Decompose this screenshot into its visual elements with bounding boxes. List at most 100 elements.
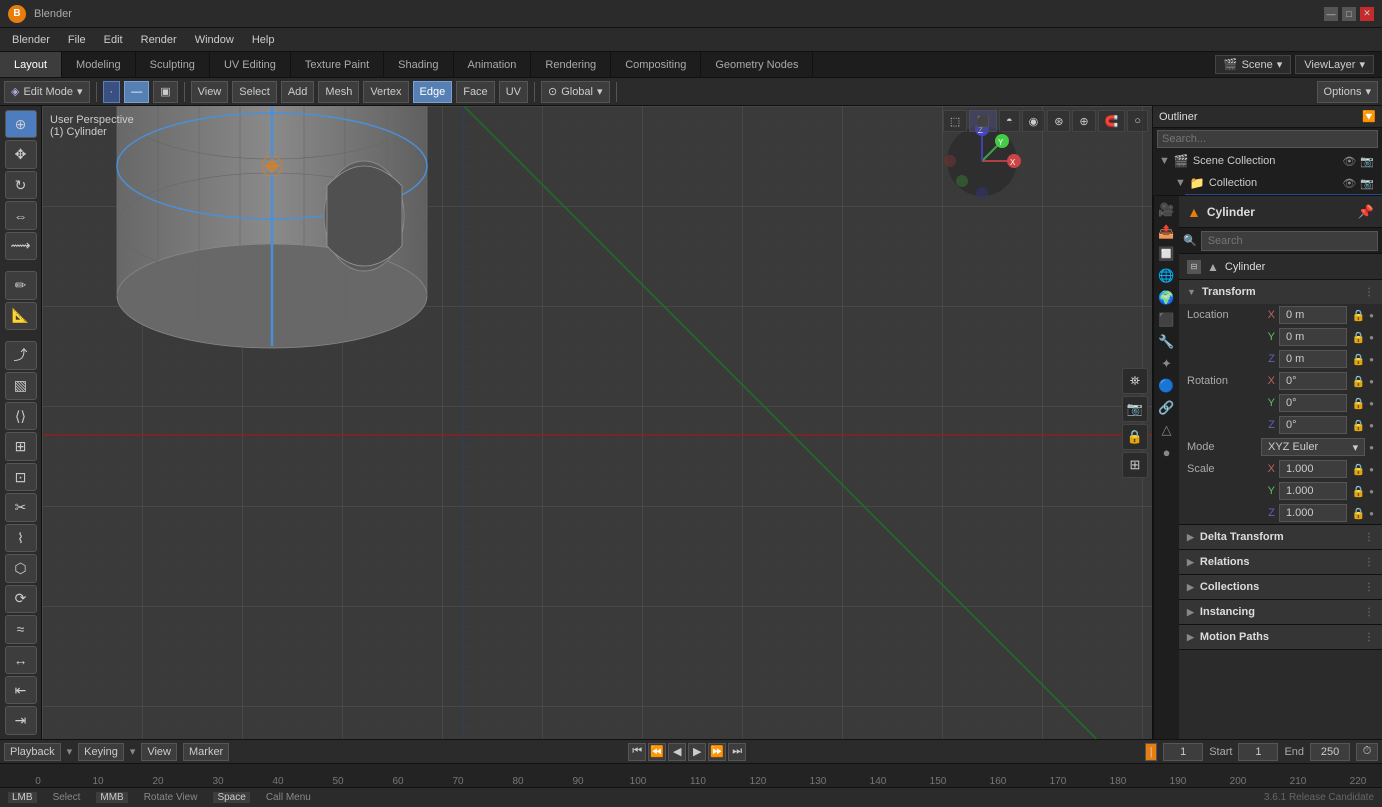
rotation-mode-dropdown[interactable]: XYZ Euler ▾: [1261, 438, 1365, 456]
sync-icon-btn[interactable]: ⏱: [1356, 743, 1378, 761]
outliner-collection[interactable]: ▼ 📁 Collection 👁 📷: [1169, 172, 1382, 194]
current-frame-input[interactable]: [1163, 743, 1203, 761]
outliner-scene-collection[interactable]: ▼ 🎬 Scene Collection 👁 📷: [1153, 150, 1382, 172]
tab-animation[interactable]: Animation: [454, 52, 532, 77]
menu-file[interactable]: File: [60, 32, 94, 48]
rotation-y-lock-icon[interactable]: 🔒: [1351, 397, 1365, 410]
menu-edit[interactable]: Edit: [96, 32, 131, 48]
view-layer-props-icon[interactable]: 🔲: [1157, 244, 1177, 264]
navigate-icon-btn[interactable]: ⛯: [1122, 368, 1148, 394]
delta-options-icon[interactable]: ⋮: [1364, 532, 1374, 543]
rotation-y-value[interactable]: 0°: [1279, 394, 1347, 412]
tab-uv-editing[interactable]: UV Editing: [210, 52, 291, 77]
relations-options-icon[interactable]: ⋮: [1364, 557, 1374, 568]
scale-x-value[interactable]: 1.000: [1279, 460, 1347, 478]
menu-blender[interactable]: Blender: [4, 32, 58, 48]
scale-y-dot[interactable]: ●: [1369, 487, 1374, 496]
location-z-value[interactable]: 0 m: [1279, 350, 1347, 368]
location-y-lock-icon[interactable]: 🔒: [1351, 331, 1365, 344]
rotation-x-lock-icon[interactable]: 🔒: [1351, 375, 1365, 388]
rotation-z-dot[interactable]: ●: [1369, 421, 1374, 430]
scale-y-value[interactable]: 1.000: [1279, 482, 1347, 500]
instancing-options-icon[interactable]: ⋮: [1364, 607, 1374, 618]
offset-edge-loop-tool[interactable]: ⊡: [5, 463, 37, 491]
viewport-overlay-toggle[interactable]: ⊛: [1047, 110, 1070, 132]
uv-menu[interactable]: UV: [499, 81, 528, 103]
face-menu[interactable]: Face: [456, 81, 494, 103]
collections-header[interactable]: ▶ Collections ⋮: [1179, 575, 1382, 599]
scale-z-lock-icon[interactable]: 🔒: [1351, 507, 1365, 520]
collection-render-icon[interactable]: 📷: [1360, 177, 1374, 190]
measure-tool[interactable]: 📐: [5, 302, 37, 330]
push-pull-tool[interactable]: ⇥: [5, 706, 37, 734]
collections-options-icon[interactable]: ⋮: [1364, 582, 1374, 593]
viewport-gizmo-toggle[interactable]: ⊕: [1072, 110, 1095, 132]
location-y-dot[interactable]: ●: [1369, 333, 1374, 342]
tab-shading[interactable]: Shading: [384, 52, 453, 77]
snap-toggle[interactable]: 🧲: [1098, 110, 1126, 132]
tab-layout[interactable]: Layout: [0, 52, 62, 77]
tab-compositing[interactable]: Compositing: [611, 52, 701, 77]
timeline-view-menu[interactable]: View: [141, 743, 177, 761]
loop-cut-tool[interactable]: ⊞: [5, 432, 37, 460]
close-button[interactable]: ✕: [1360, 7, 1374, 21]
menu-window[interactable]: Window: [187, 32, 242, 48]
timeline-scrubber[interactable]: 0 10 20 30 40 50 60 70 80 90 100 110 120…: [0, 763, 1382, 787]
edge-select-btn[interactable]: —: [124, 81, 149, 103]
viewport-shading-wireframe[interactable]: ⬚: [943, 110, 967, 132]
tab-texture-paint[interactable]: Texture Paint: [291, 52, 384, 77]
scale-y-lock-icon[interactable]: 🔒: [1351, 485, 1365, 498]
options-menu[interactable]: Options ▾: [1317, 81, 1378, 103]
annotate-tool[interactable]: ✏: [5, 271, 37, 299]
tab-sculpting[interactable]: Sculpting: [136, 52, 210, 77]
view-menu[interactable]: View: [191, 81, 229, 103]
maximize-button[interactable]: □: [1342, 7, 1356, 21]
jump-end-button[interactable]: ⏭: [728, 743, 746, 761]
motion-paths-options-icon[interactable]: ⋮: [1364, 632, 1374, 643]
cylinder-sub-name[interactable]: Cylinder: [1225, 261, 1374, 273]
outliner-search-input[interactable]: [1157, 130, 1378, 148]
object-props-icon[interactable]: ⬛: [1157, 310, 1177, 330]
scene-collection-vis-icon[interactable]: 👁: [1342, 155, 1356, 168]
modifier-props-icon[interactable]: 🔧: [1157, 332, 1177, 352]
end-frame-input[interactable]: [1310, 743, 1350, 761]
vertex-select-btn[interactable]: ·: [103, 81, 121, 103]
render-props-icon[interactable]: 🎥: [1157, 200, 1177, 220]
location-z-lock-icon[interactable]: 🔒: [1351, 353, 1365, 366]
properties-search-input[interactable]: [1201, 231, 1378, 251]
blender-logo-icon[interactable]: B: [8, 5, 26, 23]
playback-menu[interactable]: Playback: [4, 743, 61, 761]
smooth-tool[interactable]: ≈: [5, 615, 37, 643]
mesh-menu[interactable]: Mesh: [318, 81, 359, 103]
select-menu[interactable]: Select: [232, 81, 277, 103]
menu-help[interactable]: Help: [244, 32, 283, 48]
material-props-icon[interactable]: ●: [1157, 442, 1177, 462]
transform-options-icon[interactable]: ⋮: [1364, 287, 1374, 298]
inset-tool[interactable]: ▧: [5, 372, 37, 400]
viewport-shading-solid[interactable]: ⬛: [969, 110, 997, 132]
particles-props-icon[interactable]: ✦: [1157, 354, 1177, 374]
scene-collection-render-icon[interactable]: 📷: [1360, 155, 1374, 168]
step-forward-button[interactable]: ⏩: [708, 743, 726, 761]
extrude-tool[interactable]: ⤴: [5, 341, 37, 369]
jump-start-button[interactable]: ⏮: [628, 743, 646, 761]
transform-tool[interactable]: ⟿: [5, 232, 37, 260]
scale-z-value[interactable]: 1.000: [1279, 504, 1347, 522]
step-back-button[interactable]: ⏪: [648, 743, 666, 761]
scale-z-dot[interactable]: ●: [1369, 509, 1374, 518]
transform-header[interactable]: ▼ Transform ⋮: [1179, 280, 1382, 304]
rotation-x-value[interactable]: 0°: [1279, 372, 1347, 390]
rotate-tool[interactable]: ↻: [5, 171, 37, 199]
instancing-header[interactable]: ▶ Instancing ⋮: [1179, 600, 1382, 624]
proportional-edit-toggle[interactable]: ○: [1127, 110, 1148, 132]
vertex-menu[interactable]: Vertex: [363, 81, 408, 103]
rotation-y-dot[interactable]: ●: [1369, 399, 1374, 408]
camera-icon-btn[interactable]: 📷: [1122, 396, 1148, 422]
scene-props-icon[interactable]: 🌐: [1157, 266, 1177, 286]
spin-tool[interactable]: ⟳: [5, 585, 37, 613]
motion-paths-header[interactable]: ▶ Motion Paths ⋮: [1179, 625, 1382, 649]
delta-transform-header[interactable]: ▶ Delta Transform ⋮: [1179, 525, 1382, 549]
move-tool[interactable]: ✥: [5, 140, 37, 168]
object-name-field[interactable]: Cylinder: [1207, 205, 1352, 219]
tab-modeling[interactable]: Modeling: [62, 52, 136, 77]
